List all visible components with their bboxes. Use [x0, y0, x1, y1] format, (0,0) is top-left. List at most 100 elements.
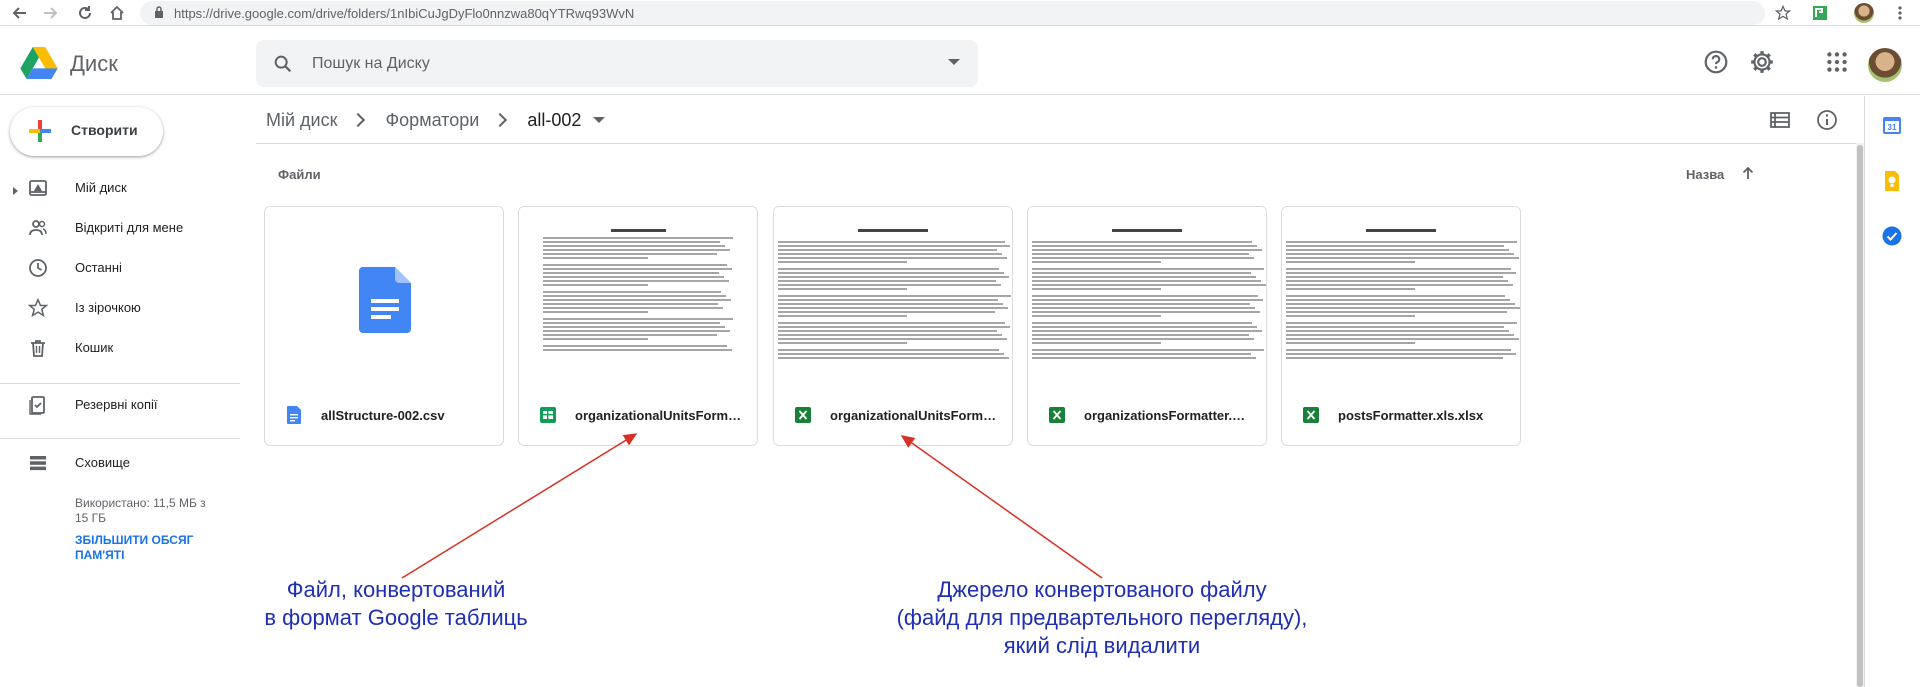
list-view-icon[interactable] — [1769, 109, 1791, 131]
file-card[interactable]: postsFormatter.xls.xlsx — [1281, 206, 1521, 446]
help-icon[interactable] — [1703, 49, 1729, 75]
file-card[interactable]: organizationalUnitsFormatt… — [518, 206, 758, 446]
tasks-icon[interactable] — [1881, 225, 1903, 247]
sort-ascending-arrow-icon[interactable] — [1740, 165, 1756, 181]
sidebar-item-starred[interactable]: Із зірочкою — [0, 292, 240, 324]
file-name[interactable]: organizationsFormatter.xls.… — [1084, 408, 1252, 423]
thumbnail-text-line — [1286, 307, 1520, 309]
sidebar-item-recent[interactable]: Останні — [0, 252, 240, 284]
breadcrumb-item-current-folder[interactable]: all-002 — [527, 110, 581, 131]
thumbnail-text-line — [543, 307, 723, 309]
google-sheets-icon — [540, 407, 556, 423]
sidebar-item-storage[interactable]: Сховище — [0, 447, 240, 479]
folder-menu-dropdown-icon[interactable] — [593, 117, 606, 123]
app-name[interactable]: Диск — [70, 51, 118, 77]
thumbnail-text-line — [1032, 288, 1161, 290]
thumbnail-text-line — [1286, 357, 1503, 359]
thumbnail-text-line — [778, 245, 1010, 247]
reload-icon[interactable] — [75, 3, 95, 23]
browser-profile-avatar[interactable] — [1854, 3, 1874, 23]
settings-gear-icon[interactable] — [1749, 49, 1775, 75]
thumbnail-text-line — [778, 307, 1008, 309]
thumbnail-text-line — [1032, 268, 1264, 270]
thumbnail-text-line — [778, 261, 907, 263]
url-text[interactable]: https://drive.google.com/drive/folders/1… — [174, 6, 634, 21]
home-icon[interactable] — [107, 3, 127, 23]
browser-toolbar: https://drive.google.com/drive/folders/1… — [0, 0, 1920, 26]
extension-icon[interactable] — [1810, 3, 1830, 23]
thumbnail-text-line — [1286, 303, 1515, 305]
search-options-dropdown-icon[interactable] — [948, 59, 960, 65]
thumbnail-text-line — [1032, 253, 1249, 255]
google-docs-icon — [287, 406, 301, 424]
thumbnail-text-line — [1286, 280, 1508, 282]
thumbnail-text-line — [1032, 357, 1256, 359]
drive-logo-icon[interactable] — [18, 47, 60, 79]
thumbnail-text-line — [543, 253, 717, 255]
thumbnail-text-line — [1286, 322, 1517, 324]
thumbnail-text-line — [543, 237, 733, 239]
lock-icon — [155, 6, 163, 18]
annotation-right-line-1: Джерело конвертованого файлу — [937, 577, 1267, 602]
sidebar-item-label: Резервні копії — [75, 397, 158, 412]
file-thumbnail — [774, 207, 1012, 387]
thumbnail-text-line — [543, 338, 648, 340]
forward-icon[interactable] — [40, 3, 60, 23]
calendar-icon[interactable]: 31 — [1881, 114, 1903, 136]
thumbnail-text-line — [1032, 311, 1260, 313]
search-input[interactable] — [312, 53, 912, 75]
file-card[interactable]: organizationalUnitsFormatt… — [773, 206, 1013, 446]
breadcrumb-item-my-drive[interactable]: Мій диск — [266, 110, 337, 131]
sort-by-name-button[interactable]: Назва — [1686, 167, 1724, 182]
excel-icon — [1049, 407, 1065, 423]
thumbnail-text-line — [543, 349, 732, 351]
thumbnail-text-line — [778, 268, 999, 270]
file-thumbnail — [519, 207, 757, 387]
thumbnail-text-line — [1032, 307, 1255, 309]
thumbnail-text-line — [543, 295, 726, 297]
bookmark-star-icon[interactable] — [1773, 3, 1793, 23]
browser-menu-icon[interactable] — [1890, 3, 1910, 23]
trash-icon — [31, 340, 45, 357]
sidebar-item-shared[interactable]: Відкриті для мене — [0, 212, 240, 244]
account-avatar[interactable] — [1868, 48, 1902, 82]
scrollbar-thumb[interactable] — [1857, 145, 1863, 687]
new-button[interactable]: Створити — [10, 107, 163, 156]
sidebar-item-label: Мій диск — [75, 180, 127, 195]
app-header: Диск — [0, 27, 1920, 95]
details-info-icon[interactable] — [1816, 109, 1838, 131]
thumbnail-text-line — [1032, 326, 1257, 328]
thumbnail-text-line — [543, 284, 648, 286]
thumbnail-text-line — [778, 330, 997, 332]
file-name[interactable]: organizationalUnitsFormatt… — [575, 408, 743, 423]
thumbnail-text-line — [543, 291, 721, 293]
sidebar-item-backups[interactable]: Резервні копії — [0, 389, 240, 421]
breadcrumb-item-formatters[interactable]: Форматори — [385, 110, 479, 131]
thumbnail-text-line — [778, 349, 999, 351]
upgrade-storage-link[interactable]: ЗБІЛЬШИТИ ОБСЯГ ПАМ'ЯТІ — [75, 533, 215, 563]
file-name[interactable]: organizationalUnitsFormatt… — [830, 408, 998, 423]
thumbnail-text-line — [1286, 295, 1505, 297]
keep-icon[interactable] — [1881, 170, 1903, 192]
excel-icon — [1303, 407, 1319, 423]
back-icon[interactable] — [10, 3, 30, 23]
file-name[interactable]: postsFormatter.xls.xlsx — [1338, 408, 1506, 423]
file-name[interactable]: allStructure-002.csv — [321, 408, 489, 423]
file-card[interactable]: allStructure-002.csv — [264, 206, 504, 446]
sidebar-item-my-drive[interactable]: Мій диск — [0, 172, 240, 204]
address-bar[interactable]: https://drive.google.com/drive/folders/1… — [140, 1, 1765, 25]
apps-grid-icon[interactable] — [1824, 49, 1850, 75]
chevron-right-icon — [493, 112, 508, 128]
thumbnail-text-line — [1286, 249, 1509, 251]
search-bar[interactable] — [256, 40, 978, 87]
file-card[interactable]: organizationsFormatter.xls.… — [1027, 206, 1267, 446]
thumbnail-text-line — [778, 276, 1009, 278]
thumbnail-text-line — [1286, 353, 1516, 355]
thumbnail-text-line — [543, 303, 718, 305]
thumbnail-text-line — [543, 257, 648, 259]
thumbnail-text-line — [778, 272, 1004, 274]
sidebar-item-trash[interactable]: Кошик — [0, 332, 240, 364]
search-icon[interactable] — [272, 53, 294, 75]
annotation-right: Джерело конвертованого файлу (файд для п… — [872, 576, 1332, 660]
thumbnail-text-line — [543, 299, 731, 301]
